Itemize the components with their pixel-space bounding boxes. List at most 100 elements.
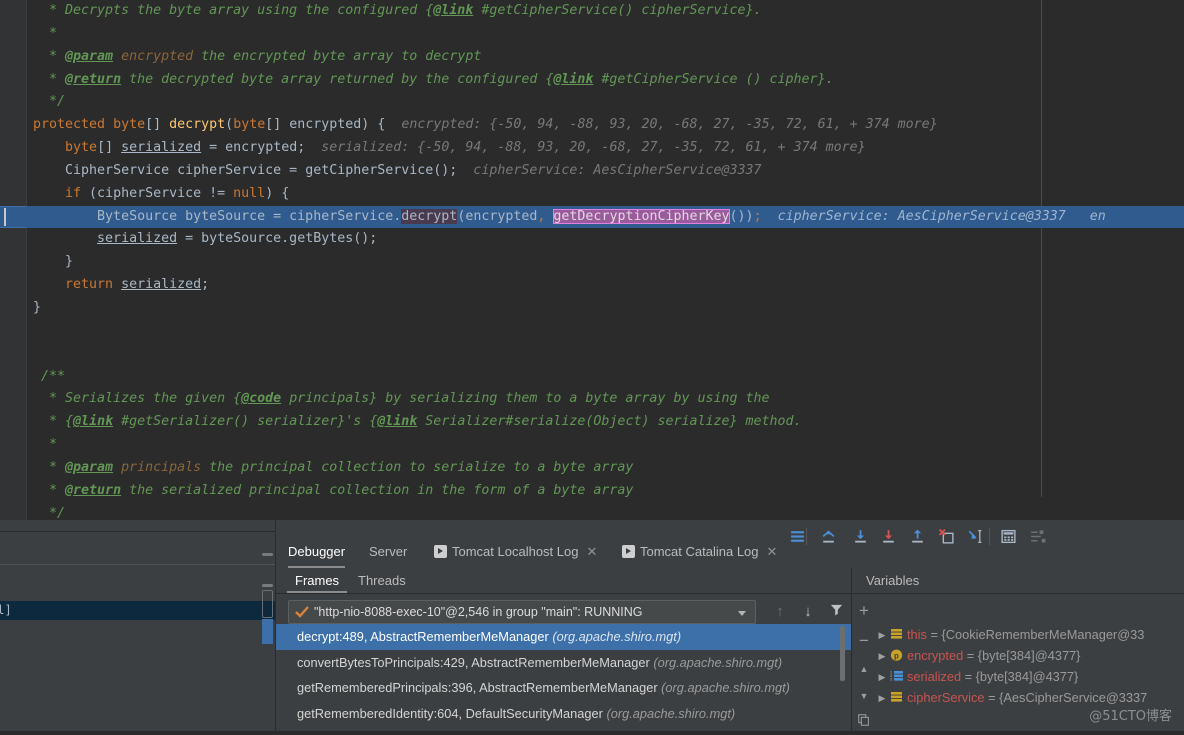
scroll-mark bbox=[262, 553, 273, 556]
frames-scrollbar-thumb[interactable] bbox=[840, 626, 845, 681]
left-panel-selected-row[interactable]: al] bbox=[0, 601, 276, 620]
code-line[interactable]: } bbox=[0, 297, 1184, 320]
code-token: ; bbox=[201, 277, 209, 292]
subtab-threads[interactable]: Threads bbox=[358, 568, 406, 593]
left-panel-row-text: al] bbox=[0, 601, 12, 620]
code-token: serialized: {-50, 94, -88, 93, 20, -68, … bbox=[305, 140, 865, 155]
code-line[interactable] bbox=[0, 343, 1184, 366]
object-icon bbox=[889, 689, 905, 702]
expand-arrow-icon[interactable]: ▶ bbox=[875, 646, 889, 667]
expand-arrow-icon[interactable]: ▶ bbox=[875, 667, 889, 688]
expand-arrow-icon[interactable]: ▶ bbox=[875, 688, 889, 709]
frame-row[interactable]: convertBytesToPrincipals:429, AbstractRe… bbox=[276, 650, 851, 676]
variable-row[interactable]: ▶123serialized = {byte[384]@4377} bbox=[875, 666, 1184, 687]
code-line[interactable]: serialized = byteSource.getBytes(); bbox=[0, 228, 1184, 251]
code-line[interactable]: if (cipherService != null) { bbox=[0, 183, 1184, 206]
force-step-into-icon[interactable] bbox=[880, 528, 897, 545]
frame-method: decrypt:489, AbstractRememberMeManager bbox=[297, 629, 552, 644]
evaluate-expression-icon[interactable] bbox=[1000, 528, 1017, 545]
code-line[interactable]: * Serializes the given {@code principals… bbox=[0, 388, 1184, 411]
code-token: encrypted: {-50, 94, -88, 93, 20, -68, 2… bbox=[385, 117, 937, 132]
tab-debugger[interactable]: Debugger bbox=[288, 535, 345, 568]
code-line[interactable]: } bbox=[0, 251, 1184, 274]
code-token: @param bbox=[65, 460, 113, 475]
code-line[interactable]: * Decrypts the byte array using the conf… bbox=[0, 0, 1184, 23]
thread-selector-combobox[interactable]: "http-nio-8088-exec-10"@2,546 in group "… bbox=[288, 600, 756, 624]
code-line[interactable]: CipherService cipherService = getCipherS… bbox=[0, 160, 1184, 183]
add-watch-button[interactable]: + bbox=[853, 600, 875, 622]
step-over-icon[interactable] bbox=[820, 528, 837, 545]
frames-filter-button[interactable] bbox=[826, 602, 846, 622]
code-token: null bbox=[233, 186, 265, 201]
toolbar-separator bbox=[806, 528, 807, 545]
tool-window-tabbar[interactable]: DebuggerServerTomcat Localhost Log✕Tomca… bbox=[276, 535, 1184, 568]
code-token: * bbox=[49, 460, 65, 475]
step-out-icon[interactable] bbox=[909, 528, 926, 545]
frame-row[interactable]: getRememberedPrincipals:396, AbstractRem… bbox=[276, 675, 851, 701]
editor-horizontal-scrollbar-track[interactable] bbox=[0, 487, 1184, 498]
tab-tomcat-catalina-log[interactable]: Tomcat Catalina Log ✕ bbox=[622, 535, 779, 568]
tab-label: Tomcat Localhost Log bbox=[452, 544, 578, 559]
tab-tomcat-localhost-log[interactable]: Tomcat Localhost Log ✕ bbox=[434, 535, 598, 568]
code-line[interactable]: * @param encrypted the encrypted byte ar… bbox=[0, 46, 1184, 69]
subtab-frames[interactable]: Frames bbox=[295, 568, 339, 593]
indent bbox=[33, 94, 49, 109]
code-token: byte bbox=[233, 117, 265, 132]
code-editor[interactable]: * Decrypts the byte array using the conf… bbox=[0, 0, 1184, 520]
tab-server[interactable]: Server bbox=[369, 535, 407, 568]
code-line[interactable]: * @return the decrypted byte array retur… bbox=[0, 69, 1184, 92]
close-icon[interactable]: ✕ bbox=[767, 535, 779, 568]
thread-selector-value: "http-nio-8088-exec-10"@2,546 in group "… bbox=[314, 601, 643, 623]
tab-label: Tomcat Catalina Log bbox=[640, 544, 759, 559]
frames-up-button[interactable]: ↑ bbox=[770, 602, 790, 622]
variables-side-toolbar[interactable]: + − ▲ ▼ bbox=[853, 600, 875, 731]
frame-row[interactable]: resolvePrincipals:492, DefaultSecurityMa… bbox=[276, 726, 851, 731]
code-line[interactable] bbox=[0, 320, 1184, 343]
code-line-current[interactable]: ByteSource byteSource = cipherService.de… bbox=[0, 206, 1184, 229]
variable-value: = {AesCipherService@3337 bbox=[988, 690, 1147, 705]
code-line[interactable]: */ bbox=[0, 503, 1184, 520]
code-lines[interactable]: * Decrypts the byte array using the conf… bbox=[0, 0, 1184, 520]
show-execution-point-icon[interactable] bbox=[789, 528, 806, 545]
close-icon[interactable]: ✕ bbox=[586, 535, 598, 568]
indent bbox=[33, 414, 49, 429]
code-line[interactable]: * bbox=[0, 23, 1184, 46]
code-token: ()) bbox=[730, 209, 754, 224]
code-token: * bbox=[49, 437, 57, 452]
code-line[interactable]: * bbox=[0, 434, 1184, 457]
move-watch-up-button[interactable]: ▲ bbox=[853, 658, 875, 680]
move-watch-down-button[interactable]: ▼ bbox=[853, 685, 875, 707]
frame-row[interactable]: decrypt:489, AbstractRememberMeManager (… bbox=[276, 624, 851, 650]
remove-watch-button[interactable]: − bbox=[853, 630, 875, 652]
variable-name: encrypted bbox=[907, 648, 967, 663]
frames-down-button[interactable]: ↓ bbox=[798, 602, 818, 622]
scrollbar-thumb[interactable] bbox=[262, 619, 273, 644]
scroll-mark bbox=[262, 584, 273, 587]
code-line[interactable]: byte[] serialized = encrypted; serialize… bbox=[0, 137, 1184, 160]
code-line[interactable]: * @param principals the principal collec… bbox=[0, 457, 1184, 480]
run-to-cursor-icon[interactable] bbox=[966, 528, 983, 545]
drop-frame-icon[interactable] bbox=[938, 528, 955, 545]
variable-row[interactable]: ▶pencrypted = {byte[384]@4377} bbox=[875, 645, 1184, 666]
code-line[interactable]: protected byte[] decrypt(byte[] encrypte… bbox=[0, 114, 1184, 137]
copy-value-button[interactable] bbox=[853, 713, 875, 735]
code-line[interactable]: /** bbox=[0, 366, 1184, 389]
frame-method: getRememberedPrincipals:396, AbstractRem… bbox=[297, 680, 661, 695]
object-icon bbox=[889, 626, 905, 639]
code-token: [] bbox=[145, 117, 169, 132]
variable-row[interactable]: ▶this = {CookieRememberMeManager@33 bbox=[875, 624, 1184, 645]
expand-arrow-icon[interactable]: ▶ bbox=[875, 625, 889, 646]
code-line[interactable]: return serialized; bbox=[0, 274, 1184, 297]
run-icon bbox=[622, 545, 635, 558]
code-line[interactable]: * {@link #getSerializer() serializer}'s … bbox=[0, 411, 1184, 434]
settings-layout-icon[interactable] bbox=[1029, 528, 1046, 545]
chevron-down-icon[interactable] bbox=[738, 611, 746, 616]
code-token: @link bbox=[433, 3, 473, 18]
panel-horizontal-divider bbox=[276, 593, 1184, 594]
frames-list[interactable]: decrypt:489, AbstractRememberMeManager (… bbox=[276, 624, 851, 731]
step-into-icon[interactable] bbox=[852, 528, 869, 545]
code-token: [] encrypted) { bbox=[265, 117, 385, 132]
frame-row[interactable]: getRememberedIdentity:604, DefaultSecuri… bbox=[276, 701, 851, 727]
left-panel-scrollbar[interactable] bbox=[262, 534, 273, 729]
code-line[interactable]: */ bbox=[0, 91, 1184, 114]
